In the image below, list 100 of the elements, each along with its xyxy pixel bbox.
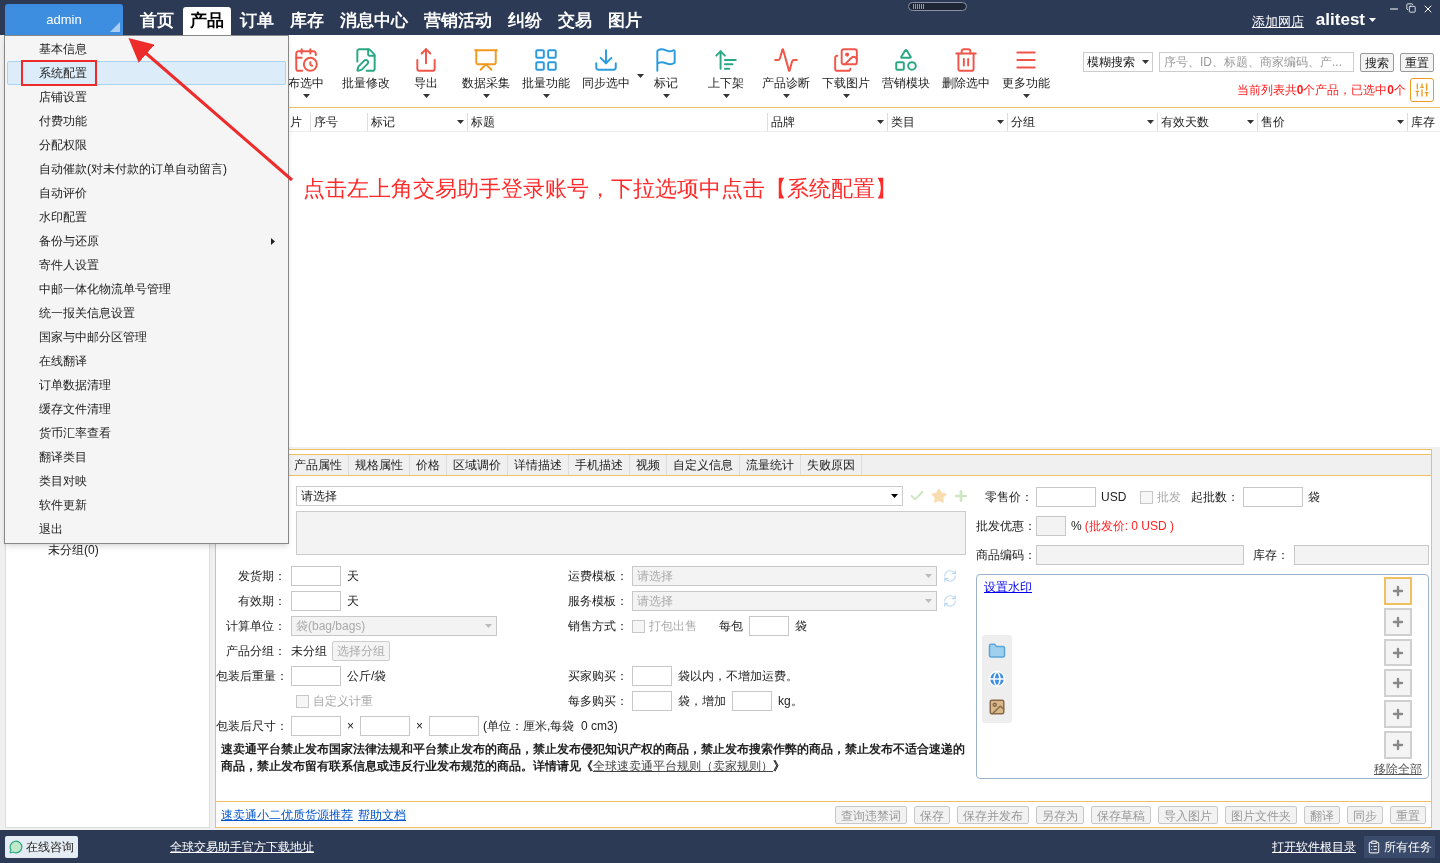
checkbox[interactable] — [296, 694, 309, 708]
toolbar-button[interactable]: 导出 — [396, 47, 456, 99]
toolbar-button[interactable]: 标记 — [636, 47, 696, 99]
input-field[interactable] — [1294, 545, 1429, 565]
add-image-button[interactable] — [1384, 669, 1412, 698]
nav-tab[interactable]: 交易 — [551, 7, 599, 35]
menu-item[interactable]: 系统配置 — [7, 61, 286, 85]
column-header[interactable]: 分组 — [1008, 113, 1158, 131]
toolbar-button[interactable]: 批量修改 — [336, 47, 396, 99]
refresh-icon[interactable] — [943, 569, 957, 583]
column-header[interactable]: 库存 — [1408, 113, 1440, 131]
input-field[interactable] — [291, 666, 341, 686]
add-image-button[interactable] — [1384, 700, 1412, 729]
input-field[interactable] — [1036, 545, 1244, 565]
menu-item[interactable]: 缓存文件清理 — [7, 397, 286, 421]
add-image-button[interactable] — [1384, 638, 1412, 667]
menu-item[interactable]: 软件更新 — [7, 493, 286, 517]
menu-item[interactable]: 备份与还原 — [7, 229, 286, 253]
refresh-icon[interactable] — [943, 594, 957, 608]
add-shop-link[interactable]: 添加网店 — [1251, 11, 1304, 32]
tasks-button[interactable]: 所有任务 — [1364, 835, 1435, 858]
close-icon[interactable] — [1422, 3, 1434, 15]
menu-item[interactable]: 统一报关信息设置 — [7, 301, 286, 325]
toolbar-button[interactable]: 删除选中 — [936, 47, 996, 99]
column-header[interactable]: 品牌 — [768, 113, 888, 131]
detail-tab[interactable]: 手机描述 — [569, 455, 630, 475]
menu-item[interactable]: 自动催款(对未付款的订单自动留言) — [7, 157, 286, 181]
help-link[interactable]: 帮助文档 — [358, 805, 406, 824]
nav-tab[interactable]: 产品 — [183, 7, 231, 35]
input-field[interactable] — [291, 716, 341, 736]
column-header[interactable]: 标记 — [368, 113, 468, 131]
open-folder-link[interactable]: 打开软件根目录 — [1272, 837, 1356, 856]
toolbar-button[interactable]: 同步选中 — [576, 47, 636, 99]
input-field[interactable] — [632, 666, 672, 686]
column-header[interactable]: 售价 — [1258, 113, 1408, 131]
detail-tab[interactable]: 详情描述 — [508, 455, 569, 475]
menu-item[interactable]: 国家与中邮分区管理 — [7, 325, 286, 349]
text-area[interactable] — [296, 511, 966, 555]
menu-item[interactable]: 退出 — [7, 517, 286, 541]
menu-item[interactable]: 类目对映 — [7, 469, 286, 493]
category-select[interactable]: 请选择 — [296, 486, 903, 506]
input-field[interactable] — [1036, 487, 1096, 507]
add-image-button[interactable] — [1384, 577, 1412, 605]
input-field[interactable] — [291, 591, 341, 611]
menu-item[interactable]: 中邮一体化物流单号管理 — [7, 277, 286, 301]
menu-item[interactable]: 自动评价 — [7, 181, 286, 205]
folder-icon[interactable] — [988, 642, 1006, 660]
input-field[interactable] — [429, 716, 480, 736]
menu-item[interactable]: 在线翻译 — [7, 349, 286, 373]
tree-item[interactable]: 未分组(0) — [48, 541, 209, 559]
menu-item[interactable]: 付费功能 — [7, 109, 286, 133]
detail-tab[interactable]: 自定义信息 — [667, 455, 740, 475]
menu-item[interactable]: 分配权限 — [7, 133, 286, 157]
toolbar-button[interactable]: 上下架 — [696, 47, 756, 99]
rules-link[interactable]: 全球速卖通平台规则（卖家规则） — [593, 759, 773, 773]
nav-tab[interactable]: 首页 — [133, 7, 181, 35]
nav-tab[interactable]: 库存 — [283, 7, 331, 35]
remove-all-link[interactable]: 移除全部 — [1374, 759, 1422, 778]
checkbox[interactable] — [1140, 490, 1154, 504]
input-field[interactable] — [749, 616, 789, 636]
input-field[interactable] — [732, 691, 772, 711]
nav-tab[interactable]: 营销活动 — [417, 7, 499, 35]
add-image-button[interactable] — [1384, 607, 1412, 636]
nav-tab[interactable]: 订单 — [233, 7, 281, 35]
nav-tab[interactable]: 消息中心 — [333, 7, 415, 35]
nav-tab[interactable]: 图片 — [601, 7, 649, 35]
search-field[interactable]: 序号、ID、标题、商家编码、产... — [1159, 52, 1354, 72]
detail-tab[interactable]: 规格属性 — [349, 455, 410, 475]
column-header[interactable]: 序号 — [311, 113, 368, 131]
column-header[interactable]: 类目 — [888, 113, 1008, 131]
help-link[interactable]: 速卖通小二优质货源推荐 — [221, 805, 353, 824]
picture-icon[interactable] — [988, 698, 1006, 716]
restore-icon[interactable] — [1406, 3, 1416, 13]
menu-item[interactable]: 货币汇率查看 — [7, 421, 286, 445]
search-button[interactable]: 重置 — [1400, 52, 1434, 72]
detail-tab[interactable]: 价格 — [410, 455, 447, 475]
toolbar-button[interactable]: 产品诊断 — [756, 47, 816, 99]
menu-item[interactable]: 订单数据清理 — [7, 373, 286, 397]
input-field[interactable] — [1036, 516, 1066, 536]
nav-tab[interactable]: 纠纷 — [501, 7, 549, 35]
detail-tab[interactable]: 视频 — [630, 455, 667, 475]
watermark-link[interactable]: 设置水印 — [984, 578, 1032, 596]
input-field[interactable] — [1243, 487, 1304, 507]
input-field[interactable] — [632, 691, 672, 711]
toolbar-button[interactable]: 下载图片 — [816, 47, 876, 99]
online-chat-button[interactable]: 在线咨询 — [5, 835, 78, 858]
menu-item[interactable]: 寄件人设置 — [7, 253, 286, 277]
column-header[interactable]: 有效天数 — [1158, 113, 1258, 131]
menu-item[interactable]: 水印配置 — [7, 205, 286, 229]
search-mode-select[interactable]: 模糊搜索 — [1083, 52, 1153, 72]
toolbar-button[interactable]: 数据采集 — [456, 47, 516, 99]
search-button[interactable]: 搜索 — [1360, 52, 1394, 72]
add-image-button[interactable] — [1384, 731, 1412, 759]
input-field[interactable] — [360, 716, 410, 736]
user-menu[interactable]: alitest — [1315, 6, 1376, 33]
detail-tab[interactable]: 流量统计 — [740, 455, 801, 475]
menu-item[interactable]: 翻译类目 — [7, 445, 286, 469]
column-settings-button[interactable] — [1410, 78, 1434, 102]
toolbar-button[interactable]: 批量功能 — [516, 47, 576, 99]
detail-tab[interactable]: 失败原因 — [801, 455, 862, 475]
